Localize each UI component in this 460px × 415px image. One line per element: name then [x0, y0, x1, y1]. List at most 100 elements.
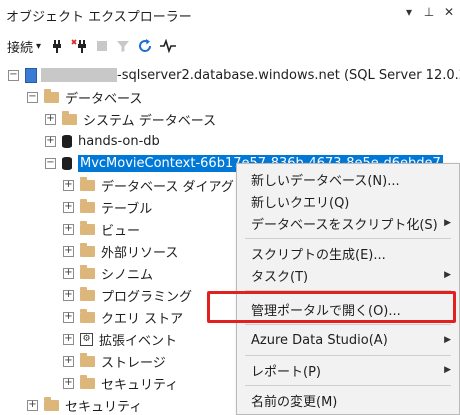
- connect-plug-icon[interactable]: [49, 35, 65, 57]
- menu-item-label: データベースをスクリプト化(S): [251, 217, 438, 233]
- tree-node-synonyms[interactable]: + シノニム: [63, 262, 153, 284]
- stop-icon[interactable]: [95, 35, 109, 57]
- tree-node-label: セキュリティ: [101, 377, 179, 393]
- folder-icon: [44, 88, 59, 103]
- tree-node-label: -sqlserver2.database.windows.net (SQL Se…: [117, 67, 460, 83]
- tree-node-views[interactable]: + ビュー: [63, 218, 140, 240]
- tree-node-label: システム データベース: [83, 113, 217, 129]
- activity-monitor-icon[interactable]: [159, 35, 177, 57]
- pin-icon[interactable]: ⊥: [422, 5, 436, 19]
- menu-item-label: 新しいデータベース(N)...: [251, 173, 400, 189]
- filter-icon[interactable]: [115, 35, 131, 57]
- window-title: オブジェクト エクスプローラー: [6, 10, 192, 25]
- menu-item-label: スクリプトの生成(E)...: [251, 247, 386, 263]
- tree-node-extended-events[interactable]: + ⚙ 拡張イベント: [63, 328, 177, 350]
- tree-node-databases[interactable]: − データベース: [27, 86, 142, 108]
- tree-node-label: 外部リソース: [101, 245, 179, 261]
- menu-separator: [245, 355, 451, 356]
- menu-item-azure-data-studio[interactable]: Azure Data Studio(A) ▶: [251, 329, 451, 351]
- menu-item-generate-scripts[interactable]: スクリプトの生成(E)...: [251, 242, 386, 264]
- folder-icon: [80, 220, 95, 235]
- folder-icon: [80, 176, 95, 191]
- folder-icon: [80, 374, 95, 389]
- menu-item-new-database[interactable]: 新しいデータベース(N)...: [251, 168, 400, 190]
- tree-node-database-diagrams[interactable]: + データベース ダイアグ: [63, 174, 234, 196]
- refresh-icon[interactable]: [137, 35, 153, 57]
- submenu-arrow-icon: ▶: [444, 218, 451, 228]
- context-menu: 新しいデータベース(N)... 新しいクエリ(Q) データベースをスクリプト化(…: [236, 163, 460, 415]
- expand-icon[interactable]: +: [63, 355, 74, 367]
- menu-item-rename[interactable]: 名前の変更(M): [251, 389, 337, 411]
- connect-label: 接続: [7, 40, 34, 56]
- toolbar: 接続 ▾: [0, 32, 460, 60]
- expand-icon[interactable]: +: [63, 223, 74, 235]
- title-bar-controls: ▾ ⊥ ✕: [402, 5, 456, 19]
- folder-icon: [62, 110, 77, 125]
- collapse-icon[interactable]: −: [45, 157, 56, 169]
- expand-icon[interactable]: +: [63, 201, 74, 213]
- folder-icon: [80, 308, 95, 323]
- tree-node-programmability[interactable]: + プログラミング: [63, 284, 192, 306]
- redacted-server-name: [41, 68, 117, 82]
- tree-node-label: データベース ダイアグ: [101, 179, 234, 195]
- tree-node-label: シノニム: [101, 267, 154, 283]
- expand-icon[interactable]: +: [63, 289, 74, 301]
- tree-node-server[interactable]: − -sqlserver2.database.windows.net (SQL …: [8, 64, 460, 86]
- tree-node-storage[interactable]: + ストレージ: [63, 350, 166, 372]
- submenu-arrow-icon: ▶: [444, 365, 451, 375]
- menu-item-reports[interactable]: レポート(P) ▶: [251, 359, 451, 381]
- database-icon: [62, 134, 72, 148]
- expand-icon[interactable]: +: [45, 113, 56, 125]
- submenu-arrow-icon: ▶: [444, 270, 451, 280]
- dropdown-icon[interactable]: ▾: [402, 5, 416, 19]
- tree-node-query-store[interactable]: + クエリ ストア: [63, 306, 183, 328]
- connect-button[interactable]: 接続 ▾: [0, 35, 41, 57]
- tree-node-label: ストレージ: [101, 355, 166, 371]
- disconnect-plug-icon[interactable]: [71, 35, 89, 57]
- tree-node-external-resources[interactable]: + 外部リソース: [63, 240, 178, 262]
- menu-item-label: レポート(P): [251, 364, 321, 380]
- tree-node-label: 拡張イベント: [99, 333, 178, 349]
- expand-icon[interactable]: +: [63, 267, 74, 279]
- tree-node-label: クエリ ストア: [101, 311, 184, 327]
- tree-node-label: データベース: [65, 91, 143, 107]
- close-icon[interactable]: ✕: [442, 5, 456, 19]
- expand-icon[interactable]: +: [63, 333, 74, 345]
- tree-node-label: プログラミング: [101, 289, 193, 305]
- expand-icon[interactable]: +: [63, 245, 74, 257]
- title-bar: オブジェクト エクスプローラー ▾ ⊥ ✕: [0, 0, 460, 28]
- expand-icon[interactable]: +: [45, 135, 56, 147]
- tree-node-system-databases[interactable]: + システム データベース: [45, 108, 216, 130]
- database-icon: [62, 156, 72, 170]
- expand-icon[interactable]: +: [63, 311, 74, 323]
- chevron-down-icon: ▾: [36, 40, 42, 52]
- expand-icon[interactable]: +: [63, 377, 74, 389]
- extended-events-icon: ⚙: [80, 332, 93, 346]
- menu-item-label: Azure Data Studio(A): [251, 332, 388, 348]
- folder-icon: [80, 286, 95, 301]
- menu-item-label: タスク(T): [251, 269, 309, 285]
- menu-item-label: 新しいクエリ(Q): [251, 195, 350, 211]
- folder-icon: [80, 264, 95, 279]
- folder-icon: [80, 198, 95, 213]
- tree-node-label: hands-on-db: [78, 133, 160, 149]
- highlight-box: [207, 291, 456, 323]
- menu-item-script-database[interactable]: データベースをスクリプト化(S) ▶: [251, 212, 451, 234]
- tree-node-label: セキュリティ: [65, 399, 143, 415]
- folder-icon: [80, 242, 95, 257]
- tree-node-db-security[interactable]: + セキュリティ: [63, 372, 178, 394]
- folder-icon: [80, 352, 95, 367]
- tree-node-server-security[interactable]: + セキュリティ: [27, 394, 142, 415]
- tree-node-label: ビュー: [101, 223, 141, 239]
- expand-icon[interactable]: +: [63, 179, 74, 191]
- menu-separator: [245, 385, 451, 386]
- expand-icon[interactable]: +: [27, 399, 38, 411]
- menu-separator: [245, 324, 451, 325]
- tree-node-tables[interactable]: + テーブル: [63, 196, 152, 218]
- submenu-arrow-icon: ▶: [444, 335, 451, 345]
- collapse-icon[interactable]: −: [8, 69, 19, 81]
- menu-item-tasks[interactable]: タスク(T) ▶: [251, 264, 451, 286]
- tree-node-hands-on-db[interactable]: + hands-on-db: [45, 130, 160, 152]
- menu-item-new-query[interactable]: 新しいクエリ(Q): [251, 190, 349, 212]
- collapse-icon[interactable]: −: [27, 91, 38, 103]
